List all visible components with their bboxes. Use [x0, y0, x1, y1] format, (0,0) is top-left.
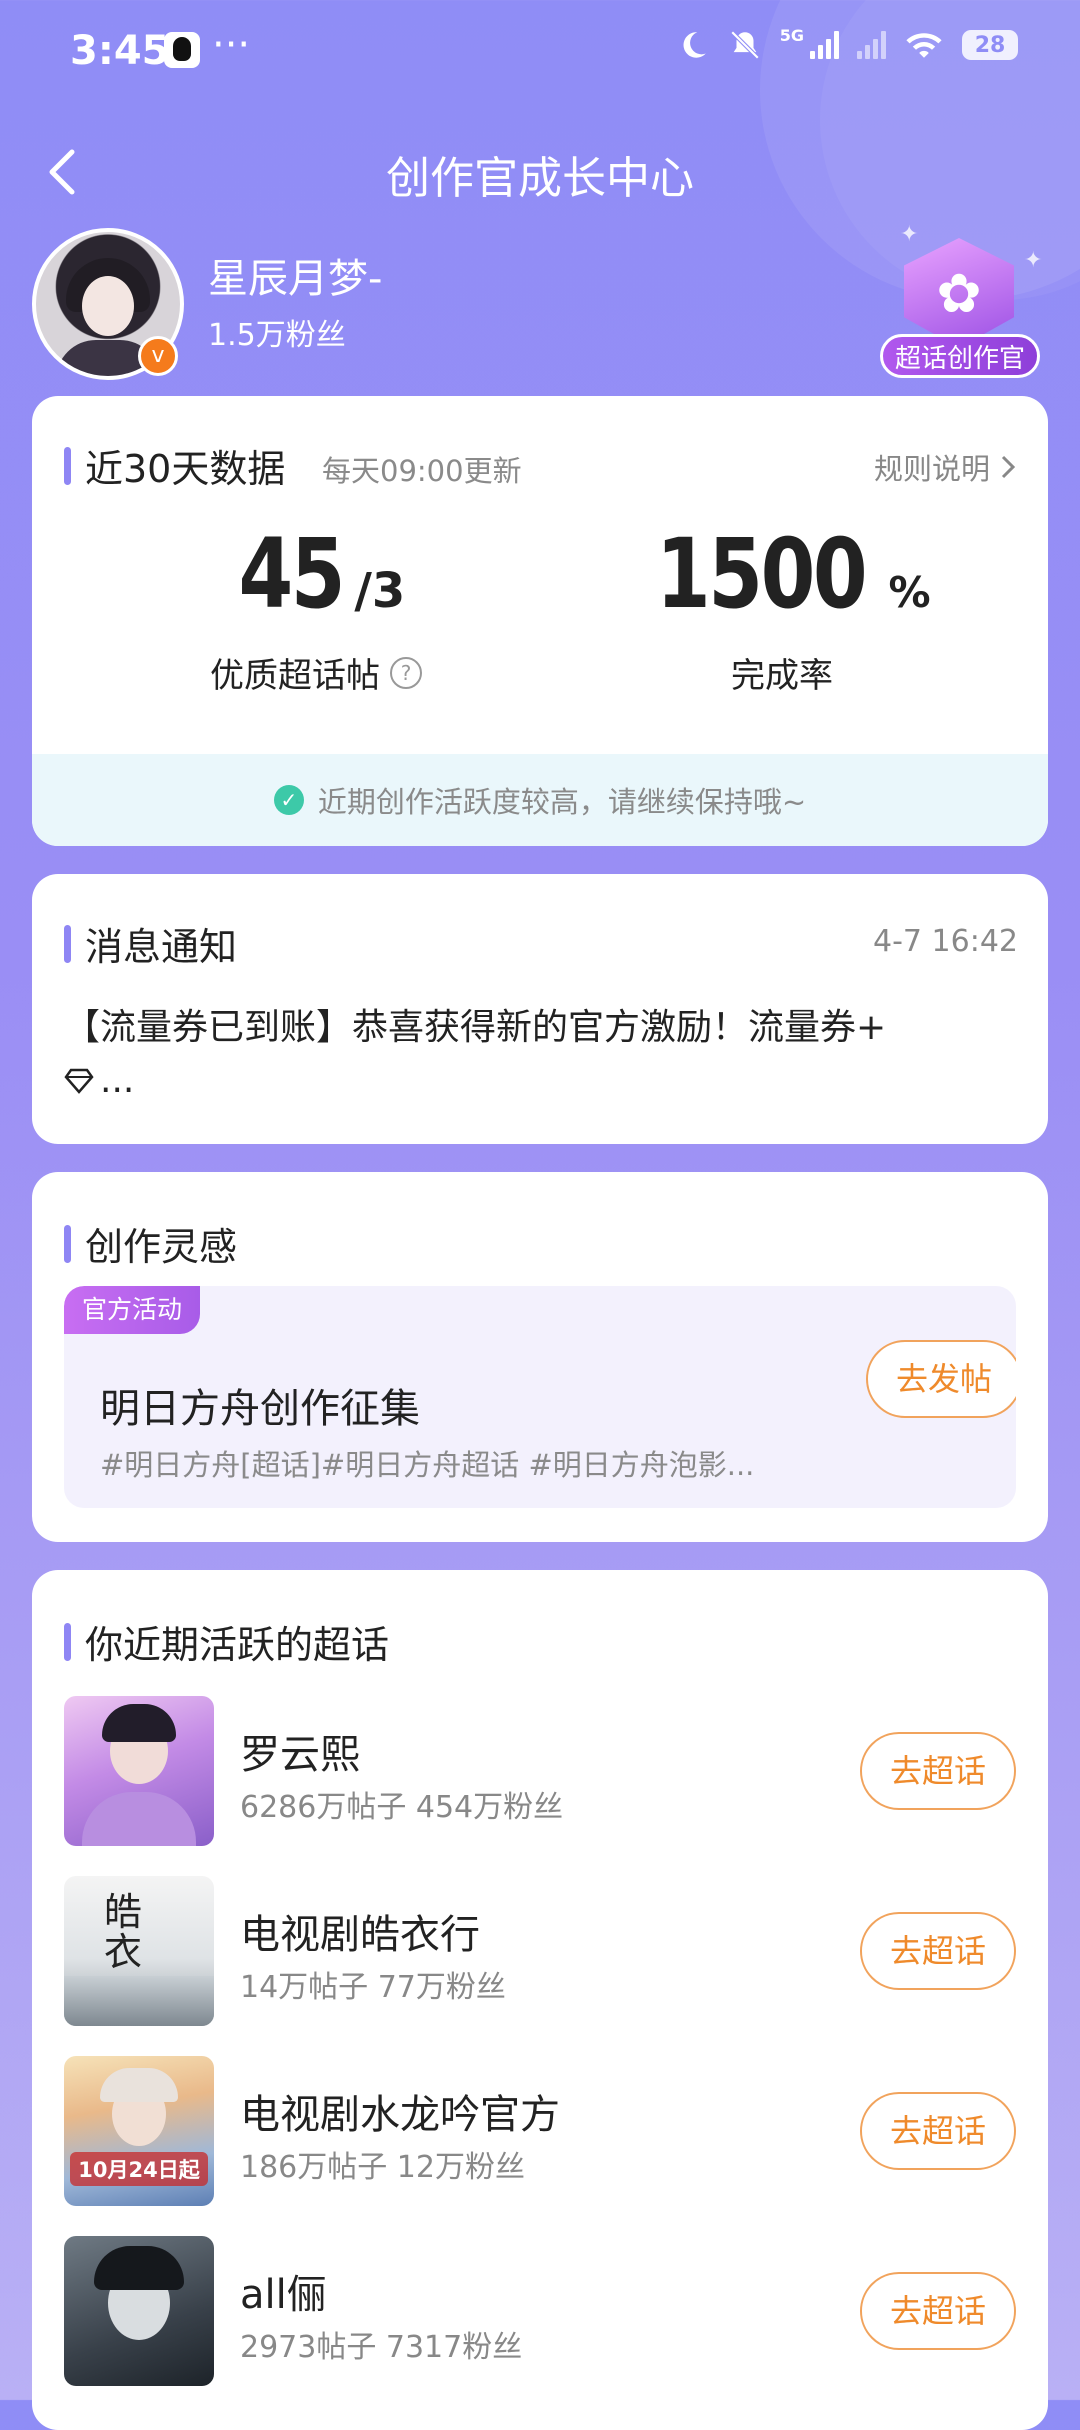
topic-thumbnail: 10月24日起 — [64, 2056, 214, 2206]
quality-posts-value: 45 — [238, 518, 345, 630]
topic-name: all俪 — [240, 2272, 327, 2318]
completion-unit: % — [888, 568, 931, 617]
fans-count: 1.5万粉丝 — [208, 318, 346, 353]
notice-text-line2: ... — [64, 1060, 134, 1101]
topic-thumbnail — [64, 2236, 214, 2386]
sparkle-icon: ✦ — [1024, 248, 1043, 273]
help-icon[interactable]: ? — [390, 656, 422, 689]
activity-item[interactable]: 官方活动 明日方舟创作征集 #明日方舟[超话]#明日方舟超话 #明日方舟泡影..… — [64, 1286, 1016, 1508]
activity-tag: 官方活动 — [64, 1286, 201, 1334]
rules-link-label: 规则说明 — [873, 452, 990, 486]
update-note: 每天09:00更新 — [322, 454, 522, 488]
chevron-right-icon — [1001, 455, 1016, 479]
diamond-icon — [64, 1068, 94, 1094]
notice-title: 消息通知 — [64, 916, 237, 971]
completion-stat: 1500% 完成率 — [572, 526, 992, 697]
inspiration-card: 创作灵感 官方活动 明日方舟创作征集 #明日方舟[超话]#明日方舟超话 #明日方… — [32, 1172, 1048, 1542]
thumb-date-text: 10月24日起 — [70, 2152, 208, 2186]
notice-card[interactable]: 消息通知 4-7 16:42 【流量券已到账】恭喜获得新的官方激励！流量券+ .… — [32, 874, 1048, 1144]
status-time: 3:45 — [70, 28, 170, 74]
topic-row[interactable]: all俪 2973帖子 7317粉丝 去超话 — [64, 2236, 1016, 2386]
topic-thumbnail — [64, 1696, 214, 1846]
topic-thumbnail: 皓衣 — [64, 1876, 214, 2026]
activity-hashtags: #明日方舟[超话]#明日方舟超话 #明日方舟泡影... — [100, 1448, 755, 1482]
qq-icon — [164, 32, 200, 68]
quality-posts-target: /3 — [354, 563, 406, 619]
go-topic-button[interactable]: 去超话 — [860, 1912, 1016, 1990]
creator-badge[interactable]: ✦ ✦ ✿ 超话创作官 — [870, 218, 1050, 388]
completion-value: 1500 — [656, 518, 868, 630]
go-topic-button[interactable]: 去超话 — [860, 2272, 1016, 2350]
go-topic-button[interactable]: 去超话 — [860, 1732, 1016, 1810]
activity-title: 明日方舟创作征集 — [100, 1386, 420, 1432]
mute-bell-icon — [730, 30, 759, 60]
topic-meta: 14万帖子 77万粉丝 — [240, 1970, 506, 2005]
inspiration-title: 创作灵感 — [64, 1216, 237, 1271]
completion-label: 完成率 — [731, 656, 833, 696]
signal-2-icon — [857, 31, 886, 59]
network-type: 5G — [779, 25, 804, 45]
topic-name: 电视剧皓衣行 — [240, 1912, 480, 1958]
stats-card: 近30天数据 每天09:00更新 规则说明 45/3 优质超话帖 ? 1500%… — [32, 396, 1048, 846]
topic-name: 罗云熙 — [240, 1732, 360, 1778]
badge-label: 超话创作官 — [880, 334, 1040, 378]
nav-bar: 创作官成长中心 — [0, 120, 1080, 220]
battery-icon: 28 — [962, 30, 1018, 60]
topic-row[interactable]: 罗云熙 6286万帖子 454万粉丝 去超话 — [64, 1696, 1016, 1846]
go-topic-button[interactable]: 去超话 — [860, 2092, 1016, 2170]
rules-link[interactable]: 规则说明 — [874, 446, 1018, 488]
topic-row[interactable]: 10月24日起 电视剧水龙吟官方 186万帖子 12万粉丝 去超话 — [64, 2056, 1016, 2206]
topic-row[interactable]: 皓衣 电视剧皓衣行 14万帖子 77万粉丝 去超话 — [64, 1876, 1016, 2026]
notice-time: 4-7 16:42 — [873, 924, 1018, 959]
post-button[interactable]: 去发帖 — [866, 1340, 1016, 1418]
sparkle-icon: ✦ — [900, 222, 919, 247]
check-icon: ✓ — [273, 785, 304, 815]
quality-posts-label: 优质超话帖 — [210, 656, 380, 696]
moon-icon — [683, 32, 706, 58]
notice-ellipsis: ... — [100, 1060, 135, 1101]
topic-meta: 186万帖子 12万粉丝 — [240, 2150, 525, 2185]
badge-icon: ✿ — [904, 238, 1014, 348]
topics-card: 你近期活跃的超话 罗云熙 6286万帖子 454万粉丝 去超话 皓衣 电视剧皓衣… — [32, 1570, 1048, 2430]
topic-meta: 2973帖子 7317粉丝 — [240, 2330, 523, 2365]
topic-meta: 6286万帖子 454万粉丝 — [240, 1790, 564, 1825]
status-more: ··· — [212, 22, 251, 68]
topics-title: 你近期活跃的超话 — [64, 1614, 389, 1669]
activity-tip: ✓ 近期创作活跃度较高，请继续保持哦~ — [32, 754, 1048, 846]
signal-icon — [810, 31, 839, 59]
page-title: 创作官成长中心 — [386, 153, 694, 204]
stats-title: 近30天数据 — [64, 438, 285, 493]
status-icons: 5G 28 — [676, 25, 1018, 62]
activity-tip-text: 近期创作活跃度较高，请继续保持哦~ — [317, 785, 807, 819]
topic-name: 电视剧水龙吟官方 — [240, 2092, 560, 2138]
notice-text: 【流量券已到账】恭喜获得新的官方激励！流量券+ — [64, 1007, 887, 1048]
wifi-icon — [906, 33, 942, 58]
status-bar: 3:45 ··· 5G 28 — [0, 0, 1080, 100]
username: 星辰月梦- — [208, 256, 383, 302]
quality-posts-stat: 45/3 优质超话帖 ? — [106, 526, 526, 697]
verified-badge-icon: v — [138, 336, 178, 376]
